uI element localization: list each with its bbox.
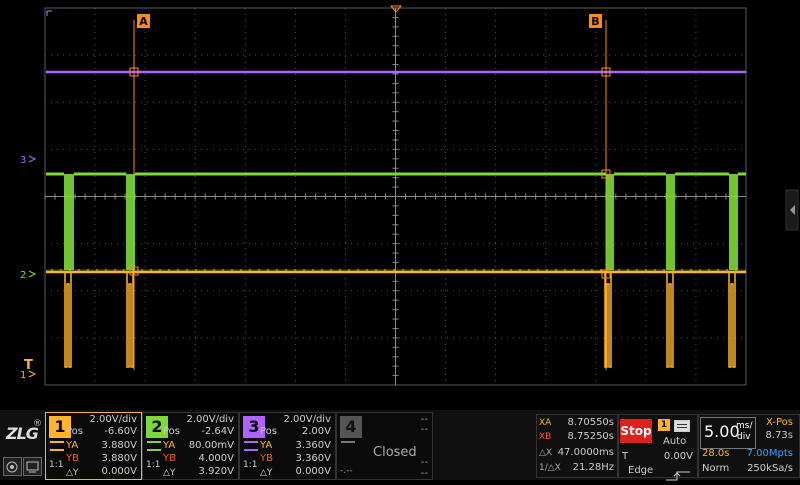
ch1-ya-value: 3.880V xyxy=(101,440,137,451)
ch2-vdiv[interactable]: 2.00V/div xyxy=(186,414,234,426)
graticule xyxy=(44,7,747,386)
ch4-status: Closed xyxy=(373,445,417,460)
xb-value: 8.75250s xyxy=(567,431,614,442)
trigger-source-badge[interactable]: 1 xyxy=(658,419,670,431)
timebase-panel[interactable]: 5.00 ms/ div X-Pos 8.73s 28.0s 7.00Mpts … xyxy=(698,414,800,478)
xpos-value[interactable]: 8.73s xyxy=(766,430,793,442)
ch2-level-marker[interactable]: 2 xyxy=(20,270,37,281)
ch3-yb-label: YB xyxy=(260,453,273,464)
ch4-dash: -.-- xyxy=(340,466,353,476)
ch3-ya-value: 3.360V xyxy=(295,440,331,451)
ch4-coupling-icon xyxy=(341,441,355,449)
ch2-dy-value: 3.920V xyxy=(198,466,234,477)
ch1-pos-value[interactable]: -6.60V xyxy=(104,426,137,438)
ch1-dy-value: 0.000V xyxy=(101,466,137,477)
ch4-bot-line2: -- xyxy=(420,468,428,479)
rising-edge-icon xyxy=(665,466,691,485)
ch4-number: 4 xyxy=(340,416,362,438)
waveform-display[interactable]: A B 3 2 1 T xyxy=(0,0,800,410)
acquisition-window: 28.0s xyxy=(702,448,730,459)
ch4-settings[interactable]: 4 -- -- Closed -.-- -- -- xyxy=(336,412,433,480)
home-icon[interactable] xyxy=(3,457,22,476)
trigger-level-marker[interactable]: T xyxy=(24,358,33,373)
ch2-ya-label: YA xyxy=(163,440,176,451)
ch3-yb-value: 3.360V xyxy=(295,453,331,464)
dx-label: △X xyxy=(539,448,553,458)
side-panel-toggle-icon[interactable] xyxy=(785,189,799,231)
ch1-dy-label: △Y xyxy=(66,468,79,478)
ch1-pos-label: Pos xyxy=(66,426,84,437)
xa-label: XA xyxy=(539,418,552,428)
ch2-ya-value: 80.00mV xyxy=(188,440,234,451)
ch2-yb-label: YB xyxy=(163,453,176,464)
ch3-pos-label: Pos xyxy=(260,426,278,437)
trigger-panel[interactable]: Stop 1 Auto T 0.00V Edge xyxy=(618,414,698,481)
trigger-menu-icon[interactable] xyxy=(674,420,690,432)
timebase-unit-bottom: div xyxy=(737,432,751,442)
ch1-yb-value: 3.880V xyxy=(101,453,137,464)
corner-icon xyxy=(46,10,52,16)
cursor-b-tag[interactable]: B xyxy=(589,14,602,28)
ch1-settings[interactable]: 1 2.00V/div Pos -6.60V YA 3.880V YB 3.88… xyxy=(45,412,142,480)
trigger-mode[interactable]: Auto xyxy=(663,436,686,448)
xa-value: 8.70550s xyxy=(567,417,614,428)
ch3-level-marker[interactable]: 3 xyxy=(20,155,37,166)
ch3-marker-label: 3 xyxy=(20,155,26,166)
memory-depth[interactable]: 7.00Mpts xyxy=(747,448,793,460)
ch2-pos-label: Pos xyxy=(163,426,181,437)
screenshot-icon[interactable] xyxy=(23,457,42,476)
xpos-label: X-Pos xyxy=(766,417,793,428)
ch3-dy-value: 0.000V xyxy=(295,466,331,477)
ch4-top-line2: -- xyxy=(420,424,428,435)
ch3-settings[interactable]: 3 2.00V/div Pos 2.00V YA 3.360V YB 3.360… xyxy=(239,412,336,480)
freq-value: 21.28Hz xyxy=(572,462,614,473)
ch1-probe-ratio: 1:1 xyxy=(49,460,64,470)
ch2-marker-label: 2 xyxy=(20,270,26,281)
ch2-pos-value[interactable]: -2.64V xyxy=(201,426,234,438)
freq-label: 1/△X xyxy=(539,463,561,473)
ch3-coupling-icon xyxy=(244,441,258,451)
ch1-coupling-icon xyxy=(50,441,64,451)
trigger-marker-label: T xyxy=(24,358,33,373)
waveform-canvas[interactable]: A B 3 2 1 T xyxy=(0,0,800,410)
run-stop-button[interactable]: Stop xyxy=(620,419,652,443)
ch3-ya-label: YA xyxy=(260,440,273,451)
logo-area: ZLG ® xyxy=(0,410,44,480)
xb-label: XB xyxy=(539,432,552,442)
ch3-pos-value[interactable]: 2.00V xyxy=(302,426,331,438)
trigger-level[interactable]: 0.00V xyxy=(664,451,693,463)
registered-mark: ® xyxy=(33,419,42,429)
trigger-t-label: T xyxy=(622,451,629,462)
timebase-value: 5.00 xyxy=(704,422,740,441)
ch2-probe-ratio: 1:1 xyxy=(146,460,161,470)
status-panel: ZLG ® 1 2.00V/div Pos -6.60V YA 3.880V Y… xyxy=(0,410,800,481)
dx-value: 47.0000ms xyxy=(557,447,614,458)
ch3-vdiv[interactable]: 2.00V/div xyxy=(283,414,331,426)
ch1-ya-label: YA xyxy=(66,440,79,451)
cursor-b-label: B xyxy=(591,15,599,28)
cursor-measurements[interactable]: XA 8.70550s XB 8.75250s △X 47.0000ms 1/△… xyxy=(536,414,618,478)
ch2-coupling-icon xyxy=(147,441,161,451)
timebase-unit-top: ms/ xyxy=(736,421,753,431)
ch3-dy-label: △Y xyxy=(260,468,273,478)
ch3-probe-ratio: 1:1 xyxy=(243,460,258,470)
cursor-a-tag[interactable]: A xyxy=(137,14,150,28)
ch1-yb-label: YB xyxy=(66,453,79,464)
acquisition-mode[interactable]: Norm xyxy=(702,463,729,475)
cursor-a-label: A xyxy=(139,15,148,28)
sample-rate: 250kSa/s xyxy=(747,463,793,474)
trigger-type[interactable]: Edge xyxy=(628,465,653,477)
ch2-settings[interactable]: 2 2.00V/div Pos -2.64V YA 80.00mV YB 4.0… xyxy=(142,412,239,480)
ch1-vdiv[interactable]: 2.00V/div xyxy=(89,414,137,426)
timebase-control[interactable]: 5.00 ms/ div xyxy=(700,417,756,449)
ch2-dy-label: △Y xyxy=(163,468,176,478)
ch2-yb-value: 4.000V xyxy=(198,453,234,464)
